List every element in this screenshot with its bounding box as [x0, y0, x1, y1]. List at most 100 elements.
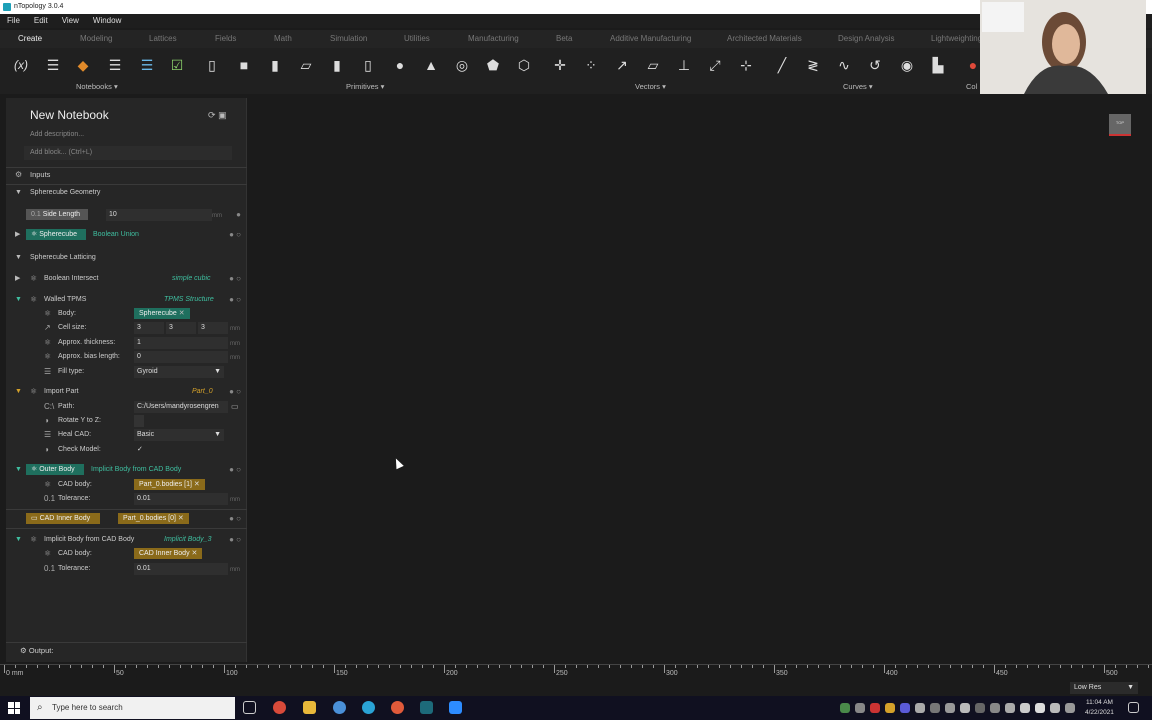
tray-app-icon[interactable]	[840, 703, 850, 713]
circle-icon[interactable]: ◉	[896, 54, 918, 76]
implicit-body-row[interactable]: ▼ ⚛ Implicit Body from CAD Body Implicit…	[6, 533, 247, 547]
vector-arrow-icon[interactable]: ↗	[611, 54, 633, 76]
section-latticing-header[interactable]: ▼ Spherecube Latticing	[6, 251, 247, 265]
polygon-icon[interactable]: ⬟	[482, 54, 504, 76]
zoom-icon[interactable]	[449, 701, 462, 714]
tab-lightweighting[interactable]: Lightweighting	[931, 30, 982, 48]
remove-icon[interactable]: ✕	[192, 550, 198, 557]
file-explorer-icon[interactable]	[303, 701, 316, 714]
tab-utilities[interactable]: Utilities	[404, 30, 430, 48]
group-primitives[interactable]: Primitives ▾	[346, 82, 384, 91]
torus-icon[interactable]: ◎	[451, 54, 473, 76]
chrome-profile-icon[interactable]	[333, 701, 346, 714]
line-segment-icon[interactable]: ⤢	[704, 54, 726, 76]
tab-math[interactable]: Math	[274, 30, 292, 48]
implicit-cad-input-tag[interactable]: CAD Inner Body ✕	[134, 548, 203, 559]
point-cloud-icon[interactable]: ⁘	[580, 54, 602, 76]
cad-inner-value-tag[interactable]: Part_0.bodies [0] ✕	[118, 513, 189, 524]
group-curves[interactable]: Curves ▾	[843, 82, 873, 91]
polyline-icon[interactable]: ≷	[802, 54, 824, 76]
rotate-checkbox[interactable]	[134, 415, 144, 427]
plane-vector-icon[interactable]: ⏥	[642, 54, 664, 76]
ntopology-icon[interactable]	[420, 701, 433, 714]
collapse-icon[interactable]: ▼	[15, 533, 22, 547]
block-controls-icon[interactable]: ● ○	[229, 533, 241, 547]
check-model-checkbox[interactable]: ✓	[134, 444, 144, 456]
view-cube[interactable]: TOP	[1109, 114, 1131, 136]
spherecube-tag[interactable]: ⚛ Spherecube	[26, 229, 86, 240]
tab-create[interactable]: Create	[18, 30, 43, 50]
tray-app-icon[interactable]	[1005, 703, 1015, 713]
chrome-alt-icon[interactable]	[391, 701, 404, 714]
list-plus-icon[interactable]: ☰	[136, 54, 158, 76]
cell-size-y-input[interactable]: 3	[166, 322, 196, 334]
implicit-tolerance-input[interactable]: 0.01	[134, 563, 228, 575]
remove-icon[interactable]: ✕	[178, 515, 184, 522]
tab-simulation[interactable]: Simulation	[330, 30, 367, 48]
group-colors[interactable]: Col	[966, 82, 977, 91]
notifications-icon[interactable]	[1128, 702, 1139, 713]
help-icon[interactable]: ●	[236, 208, 241, 222]
tab-design-analysis[interactable]: Design Analysis	[838, 30, 894, 48]
task-view-icon[interactable]	[243, 701, 256, 714]
outer-body-tag[interactable]: ⚛ Outer Body	[26, 464, 84, 475]
tray-app-icon[interactable]	[855, 703, 865, 713]
tray-app-icon[interactable]	[870, 703, 880, 713]
plane-icon[interactable]: ▱	[295, 54, 317, 76]
tab-additive-manufacturing[interactable]: Additive Manufacturing	[610, 30, 691, 48]
cad-inner-body-tag[interactable]: ▭ CAD Inner Body	[26, 513, 100, 524]
cad-inner-body-row[interactable]: ▭ CAD Inner Body Part_0.bodies [0] ✕ ● ○	[6, 512, 247, 526]
prism-icon[interactable]: ▮	[264, 54, 286, 76]
block-controls-icon[interactable]: ● ○	[229, 385, 241, 399]
remove-icon[interactable]: ✕	[179, 310, 185, 317]
tab-architected-materials[interactable]: Architected Materials	[727, 30, 802, 48]
import-part-row[interactable]: ▼ ⚛ Import Part Part_0 ● ○	[6, 385, 247, 399]
tab-lattices[interactable]: Lattices	[149, 30, 177, 48]
cell-size-z-input[interactable]: 3	[198, 322, 228, 334]
pages-icon[interactable]: ▣	[218, 110, 227, 120]
add-list-icon[interactable]: ☰	[104, 54, 126, 76]
thickness-input[interactable]: 1	[134, 337, 228, 349]
tray-app-icon[interactable]	[930, 703, 940, 713]
tray-app-icon[interactable]	[915, 703, 925, 713]
menu-file[interactable]: File	[0, 14, 27, 28]
tab-modeling[interactable]: Modeling	[80, 30, 112, 48]
menu-edit[interactable]: Edit	[27, 14, 55, 28]
refresh-icon[interactable]: ⟳	[208, 110, 216, 120]
taskbar-clock[interactable]: 11:04 AM 4/22/2021	[1085, 698, 1114, 718]
line-icon[interactable]: ╱	[771, 54, 793, 76]
boolean-intersect-row[interactable]: ▶ ⚛ Boolean Intersect simple cubic ● ○	[6, 272, 247, 286]
collapse-icon[interactable]: ▼	[15, 186, 22, 200]
remove-icon[interactable]: ✕	[194, 481, 200, 488]
block-controls-icon[interactable]: ● ○	[229, 512, 241, 526]
network-icon[interactable]	[1020, 703, 1030, 713]
3d-viewport[interactable]	[248, 96, 1152, 664]
shapes-icon[interactable]: ◆	[72, 54, 94, 76]
tolerance-input[interactable]: 0.01	[134, 493, 228, 505]
expand-icon[interactable]: ▶	[15, 272, 20, 286]
tray-app-icon[interactable]	[975, 703, 985, 713]
section-geometry-header[interactable]: ▼ Spherecube Geometry	[6, 186, 247, 200]
block-controls-icon[interactable]: ● ○	[229, 463, 241, 477]
cylinder-icon[interactable]: ▮	[326, 54, 348, 76]
path-input[interactable]: C:/Users/mandyrosengren	[134, 401, 228, 413]
menu-view[interactable]: View	[55, 14, 86, 28]
battery-icon[interactable]	[1050, 703, 1060, 713]
outer-body-row[interactable]: ▼ ⚛ Outer Body Implicit Body from CAD Bo…	[6, 463, 247, 477]
collapse-icon[interactable]: ▼	[15, 251, 22, 265]
cone-icon[interactable]: ▲	[420, 54, 442, 76]
point-icon[interactable]: ✛	[549, 54, 571, 76]
spline-icon[interactable]: ∿	[833, 54, 855, 76]
capsule-icon[interactable]: ▯	[357, 54, 379, 76]
menu-window[interactable]: Window	[86, 14, 128, 28]
variable-icon[interactable]: (x)	[10, 54, 32, 76]
profile-icon[interactable]: ▙	[927, 54, 949, 76]
normal-plane-icon[interactable]: ⊥	[673, 54, 695, 76]
block-controls-icon[interactable]: ● ○	[229, 293, 241, 307]
side-length-input[interactable]: 10	[106, 209, 212, 221]
notebook-description[interactable]: Add description...	[30, 131, 84, 138]
block-controls-icon[interactable]: ● ○	[229, 228, 241, 242]
output-row[interactable]: ⚙ Output:	[20, 646, 53, 655]
list-icon[interactable]: ☰	[42, 54, 64, 76]
tab-fields[interactable]: Fields	[215, 30, 236, 48]
